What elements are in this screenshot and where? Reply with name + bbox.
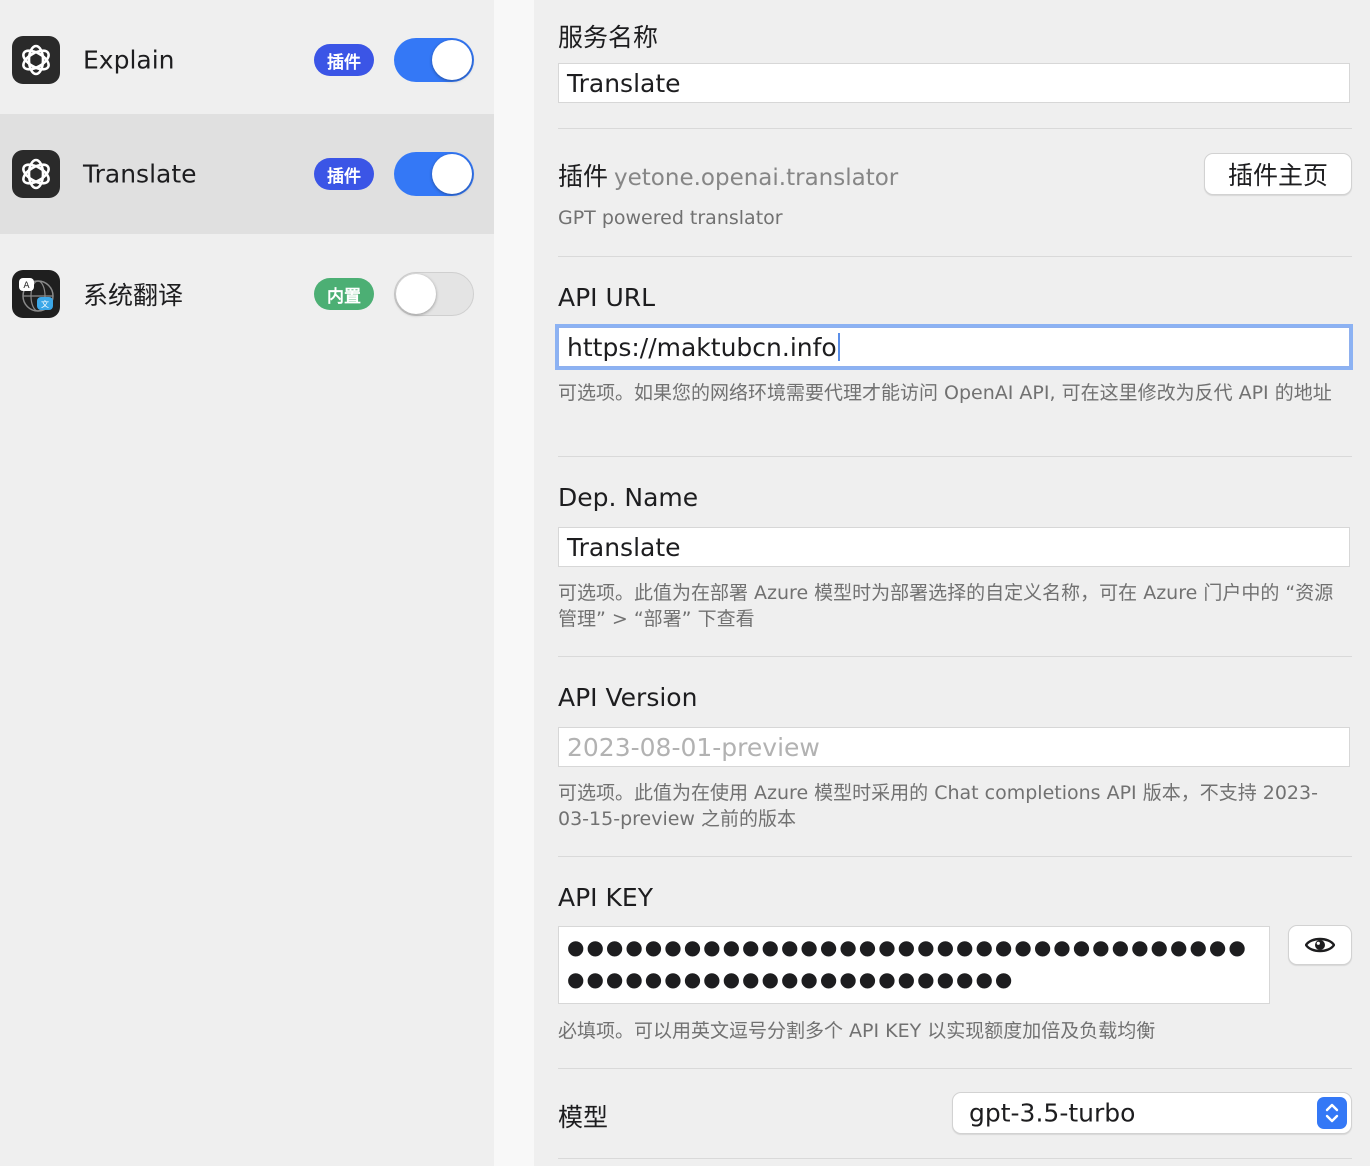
api-version-hint: 可选项。此值为在使用 Azure 模型时采用的 Chat completions… — [558, 782, 1318, 830]
api-key-input[interactable]: ●●●●●●●●●●●●●●●●●●●●●●●●●●●●●●●●●●●●●●●●… — [558, 926, 1270, 1004]
service-name-label: 服务名称 — [558, 23, 659, 52]
api-key-label: API KEY — [558, 883, 653, 912]
dep-name-input[interactable]: Translate — [558, 527, 1350, 567]
enable-toggle-translate[interactable] — [394, 152, 474, 196]
chevron-updown-icon — [1317, 1097, 1347, 1129]
model-select[interactable]: gpt-3.5-turbo — [952, 1092, 1352, 1134]
dep-name-label: Dep. Name — [558, 483, 699, 512]
divider — [558, 656, 1352, 657]
enable-toggle-system-translate[interactable] — [394, 272, 474, 316]
api-key-hint: 必填项。可以用英文逗号分割多个 API KEY 以实现额度加倍及负载均衡 — [558, 1020, 1156, 1042]
service-name: 系统翻译 — [83, 281, 184, 310]
divider — [558, 1068, 1352, 1069]
plugin-badge: 插件 — [314, 158, 374, 190]
plugin-id: yetone.openai.translator — [614, 165, 899, 191]
service-item-system-translate[interactable]: A 文 系统翻译 内置 — [0, 234, 494, 354]
reveal-key-button[interactable] — [1288, 925, 1352, 965]
api-url-input[interactable]: https://maktubcn.info — [558, 327, 1350, 367]
model-select-value: gpt-3.5-turbo — [969, 1098, 1136, 1128]
text-caret — [837, 333, 840, 361]
api-url-hint: 可选项。如果您的网络环境需要代理才能访问 OpenAI API, 可在这里修改为… — [558, 382, 1332, 404]
openai-icon — [12, 36, 60, 84]
api-url-value: https://maktubcn.info — [567, 332, 837, 362]
divider — [558, 856, 1352, 857]
divider — [558, 128, 1352, 129]
divider — [558, 256, 1352, 257]
service-name: Translate — [83, 159, 197, 189]
service-list: Explain 插件 Translate 插件 A 文 系统翻译 内置 — [0, 0, 494, 1166]
service-item-translate[interactable]: Translate 插件 — [0, 114, 494, 234]
model-label: 模型 — [558, 1103, 609, 1132]
dep-name-hint: 可选项。此值为在部署 Azure 模型时为部署选择的自定义名称，可在 Azure… — [558, 582, 1334, 630]
service-settings-panel: 服务名称 Translate 插件 yetone.openai.translat… — [534, 0, 1370, 1166]
service-item-explain[interactable]: Explain 插件 — [0, 0, 494, 120]
builtin-badge: 内置 — [314, 278, 374, 310]
toggle-knob — [432, 40, 472, 80]
system-translate-icon: A 文 — [12, 270, 60, 318]
api-version-label: API Version — [558, 683, 698, 712]
plugin-homepage-button[interactable]: 插件主页 — [1204, 153, 1352, 195]
svg-text:A: A — [23, 281, 30, 291]
toggle-knob — [432, 154, 472, 194]
pane-separator — [494, 0, 534, 1166]
api-url-label: API URL — [558, 283, 656, 312]
svg-text:文: 文 — [41, 299, 49, 309]
service-name: Explain — [83, 45, 175, 75]
service-name-input[interactable]: Translate — [558, 63, 1350, 103]
enable-toggle-explain[interactable] — [394, 38, 474, 82]
plugin-label: 插件 — [558, 162, 609, 191]
plugin-info: 插件 yetone.openai.translator — [558, 157, 898, 193]
divider — [558, 456, 1352, 457]
openai-icon — [12, 150, 60, 198]
eye-icon — [1305, 937, 1335, 953]
toggle-knob — [396, 274, 436, 314]
divider — [558, 1158, 1352, 1159]
plugin-description: GPT powered translator — [558, 207, 783, 229]
api-version-input[interactable]: 2023-08-01-preview — [558, 727, 1350, 767]
plugin-badge: 插件 — [314, 44, 374, 76]
